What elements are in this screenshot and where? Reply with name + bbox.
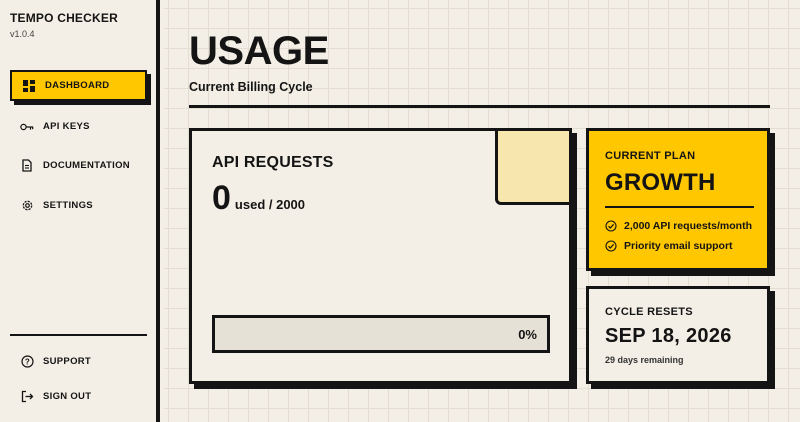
sidebar-item-label: SIGN OUT [43,391,92,402]
check-circle-icon [605,220,617,232]
plan-label: CURRENT PLAN [605,150,696,162]
api-requests-card: API REQUESTS 0 used / 2000 0% [189,128,572,384]
sidebar-item-label: DOCUMENTATION [43,160,130,171]
cycle-resets-card: CYCLE RESETS SEP 18, 2026 29 days remain… [586,286,770,384]
sidebar-item-api-keys[interactable]: API KEYS [10,111,147,142]
sidebar-divider [10,334,147,336]
sidebar: TEMPO CHECKER v1.0.4 DASHBOARD API KEYS … [0,0,160,422]
sidebar-item-documentation[interactable]: DOCUMENTATION [10,150,147,181]
api-requests-title: API REQUESTS [212,154,334,171]
requests-used-value: 0 [212,179,231,217]
app-version: v1.0.4 [10,29,35,39]
api-requests-count: 0 used / 2000 [212,179,305,218]
check-circle-icon [605,240,617,252]
cycle-reset-date: SEP 18, 2026 [605,325,732,347]
title-divider [189,105,770,108]
svg-text:?: ? [24,357,29,366]
requests-limit-text: used / 2000 [234,197,306,212]
plan-feature-text: Priority email support [624,240,733,252]
sidebar-item-settings[interactable]: SETTINGS [10,190,147,221]
sidebar-item-dashboard[interactable]: DASHBOARD [10,70,147,101]
plan-name: GROWTH [605,169,716,196]
usage-progress-bar: 0% [212,315,550,353]
corner-decoration [495,131,569,205]
sign-out-icon [20,390,34,404]
sidebar-item-sign-out[interactable]: SIGN OUT [10,381,147,412]
sidebar-item-label: DASHBOARD [45,80,110,91]
page-subtitle: Current Billing Cycle [189,80,313,94]
key-icon [20,120,34,134]
cycle-label: CYCLE RESETS [605,306,693,318]
plan-divider [605,206,754,208]
help-circle-icon: ? [20,355,34,369]
usage-progress-label: 0% [518,327,537,342]
sidebar-item-label: SETTINGS [43,200,93,211]
page-title: USAGE [189,29,329,73]
plan-feature-text: 2,000 API requests/month [624,220,752,232]
sidebar-item-label: SUPPORT [43,356,92,367]
sidebar-item-support[interactable]: ? SUPPORT [10,346,147,377]
cycle-days-remaining: 29 days remaining [605,355,684,365]
app-title: TEMPO CHECKER [10,11,118,25]
plan-feature: Priority email support [605,240,733,252]
document-icon [20,159,34,173]
current-plan-card: CURRENT PLAN GROWTH 2,000 API requests/m… [586,128,770,271]
gear-icon [20,199,34,213]
sidebar-item-label: API KEYS [43,121,90,132]
plan-feature: 2,000 API requests/month [605,220,752,232]
dashboard-icon [22,79,36,93]
